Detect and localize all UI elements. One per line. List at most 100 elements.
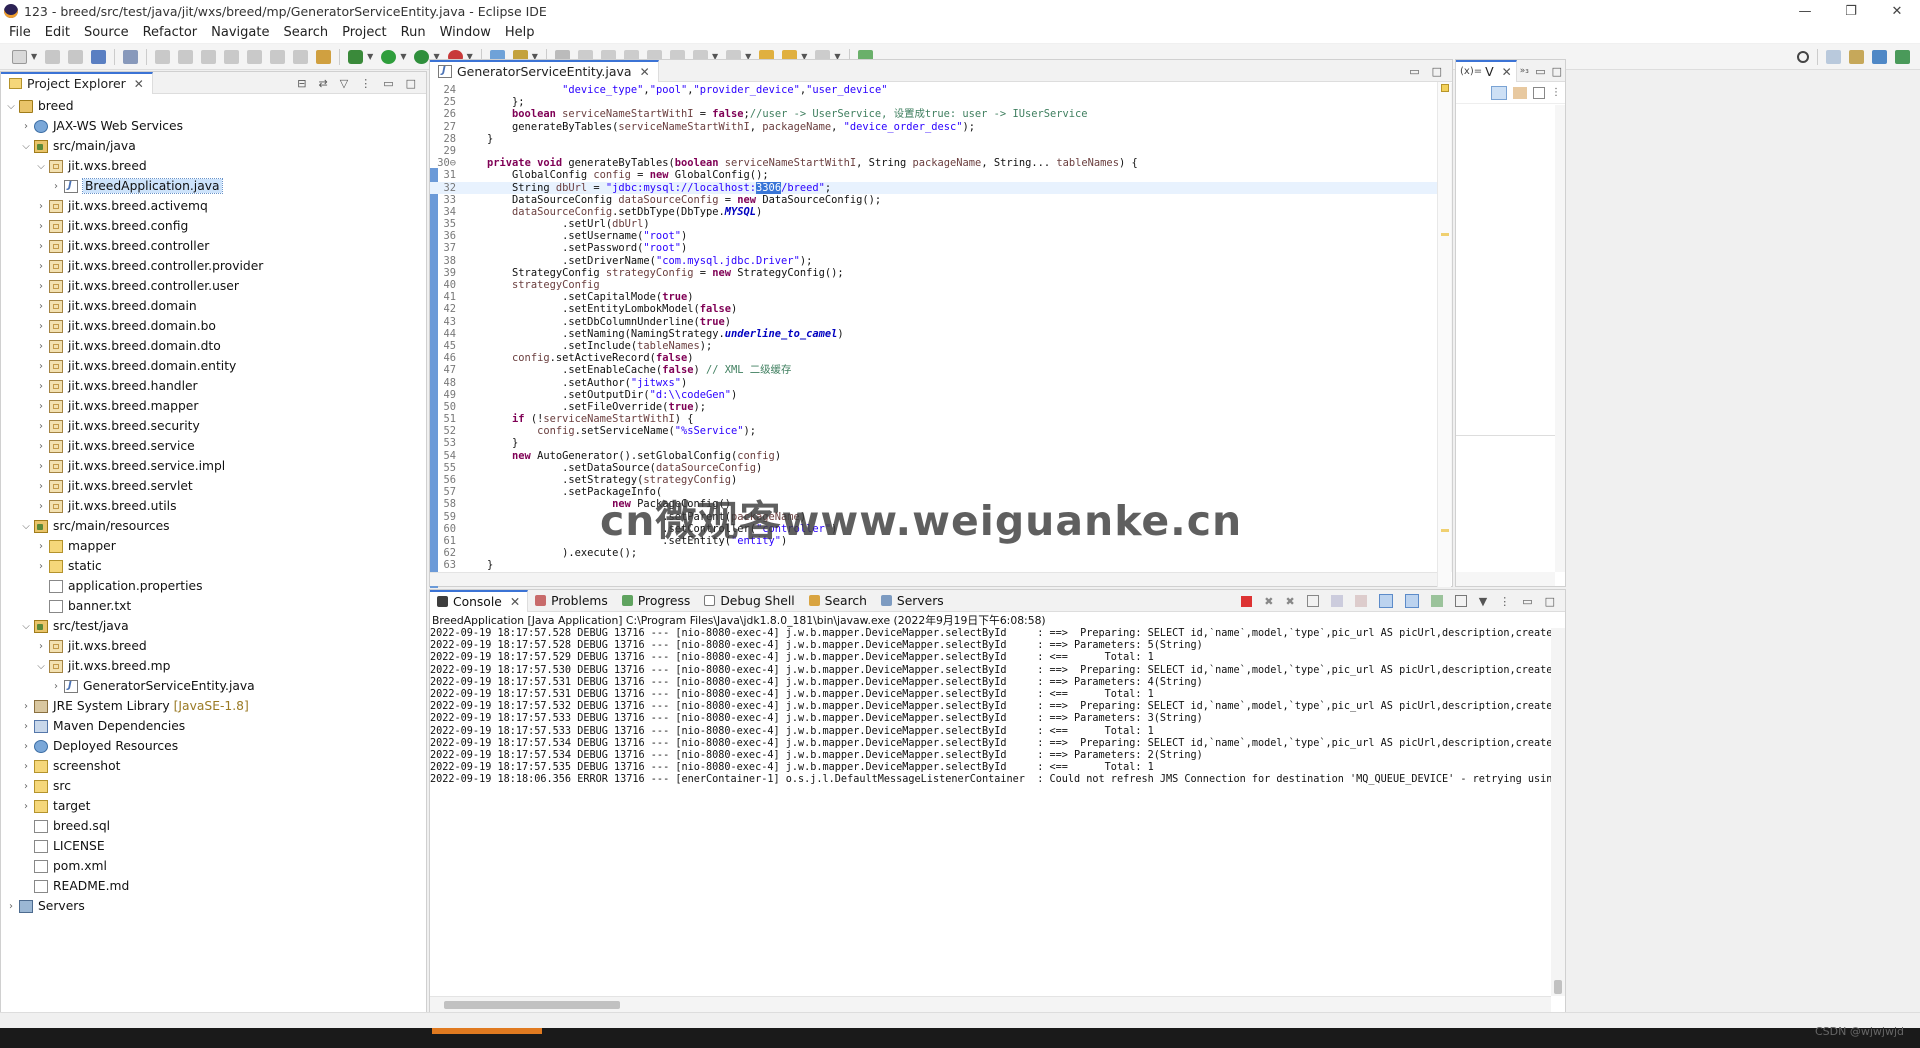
minimize-view-icon[interactable]: ▭ [1409,65,1419,78]
open-console-icon[interactable]: ▼ [1479,595,1487,608]
show-logical-structure-icon[interactable] [1513,86,1527,99]
menu-run[interactable]: Run [394,25,433,40]
step-return-icon[interactable] [293,49,309,64]
code-line[interactable]: 47 .setEnableCache(false) // XML 二级缓存 [430,364,1440,376]
tree-item[interactable]: › screenshot [1,756,426,776]
chevron-right-icon[interactable]: › [35,221,47,232]
minimize-view-icon[interactable]: ▭ [1535,65,1545,78]
tree-item[interactable]: › jit.wxs.breed.controller.provider [1,256,426,276]
tab-servers[interactable]: Servers [874,590,951,612]
tab-console[interactable]: Console ✕ [430,589,529,612]
run-dropdown-icon[interactable]: ▼ [400,52,406,61]
tree-item[interactable]: application.properties [1,576,426,596]
view-menu-icon[interactable]: ⋮ [1551,87,1561,98]
outline-vertical-scrollbar[interactable] [1555,105,1565,572]
remove-all-terminated-icon[interactable]: ✖ [1286,595,1295,608]
tree-item[interactable]: › jit.wxs.breed.mapper [1,396,426,416]
step-over-icon[interactable] [270,49,286,64]
tree-item[interactable]: › jit.wxs.breed.domain.dto [1,336,426,356]
code-line[interactable]: 48 .setAuthor("jitwxs") [430,377,1440,389]
chevron-right-icon[interactable]: › [35,421,47,432]
display-selected-console-icon[interactable] [1454,595,1467,607]
code-line[interactable]: 49 .setOutputDir("d:\\codeGen") [430,389,1440,401]
chevron-right-icon[interactable]: › [50,681,62,692]
chevron-right-icon[interactable]: › [20,721,32,732]
tree-item[interactable]: › JRE System Library [JavaSE-1.8] [1,696,426,716]
chevron-right-icon[interactable]: › [5,901,17,912]
remove-launch-icon[interactable]: ✖ [1264,595,1273,608]
coverage-icon[interactable] [414,49,430,64]
code-line[interactable]: 62 ).execute(); [430,547,1440,559]
code-line[interactable]: 52 config.setServiceName("%sService"); [430,425,1440,437]
tree-item[interactable]: › jit.wxs.breed.service [1,436,426,456]
code-line[interactable]: 43 .setDbColumnUnderline(true) [430,316,1440,328]
tab-debug-shell[interactable]: Debug Shell [697,590,801,612]
tree-item[interactable]: ⌵ src/main/resources [1,516,426,536]
tree-item[interactable]: › jit.wxs.breed.controller.user [1,276,426,296]
editor-horizontal-scrollbar[interactable] [430,572,1440,586]
chevron-right-icon[interactable]: › [35,641,47,652]
tree-item[interactable]: pom.xml [1,856,426,876]
code-line[interactable]: 55 .setDataSource(dataSourceConfig) [430,462,1440,474]
filter-icon[interactable]: ▽ [340,77,348,90]
code-line[interactable]: 45 .setInclude(tableNames); [430,340,1440,352]
tree-item[interactable]: › jit.wxs.breed.handler [1,376,426,396]
pin-console-icon[interactable] [1430,595,1443,607]
chevron-right-icon[interactable]: › [35,461,47,472]
tab-generator-service-entity[interactable]: GeneratorServiceEntity.java ✕ [430,59,659,82]
chevron-right-icon[interactable]: › [35,281,47,292]
tree-item[interactable]: › jit.wxs.breed.servlet [1,476,426,496]
code-line[interactable]: 56 .setStrategy(strategyConfig) [430,474,1440,486]
tree-item[interactable]: › jit.wxs.breed.controller [1,236,426,256]
close-icon[interactable]: ✕ [510,595,520,609]
tree-item[interactable]: › src [1,776,426,796]
menu-refactor[interactable]: Refactor [136,25,205,40]
tree-item[interactable]: ⌵ src/main/java [1,136,426,156]
skip-breakpoints-icon[interactable] [123,49,139,64]
code-line[interactable]: 39 StrategyConfig strategyConfig = new S… [430,267,1440,279]
chevron-down-icon[interactable]: ⌵ [20,141,32,152]
tree-item[interactable]: › jit.wxs.breed.domain.entity [1,356,426,376]
tree-item[interactable]: README.md [1,876,426,896]
tree-item[interactable]: › target [1,796,426,816]
tree-item[interactable]: › static [1,556,426,576]
new-dropdown-icon[interactable]: ▼ [31,52,37,61]
code-line[interactable]: 31 GlobalConfig config = new GlobalConfi… [430,169,1440,181]
code-line[interactable]: 27 generateByTables(serviceNameStartWith… [430,121,1440,133]
tree-item[interactable]: › Deployed Resources [1,736,426,756]
code-line[interactable]: 29 [430,145,1440,157]
console-horizontal-scrollbar[interactable] [430,996,1551,1012]
chevron-right-icon[interactable]: › [50,181,62,192]
view-menu-icon[interactable]: ⋮ [360,77,371,90]
code-line[interactable]: 36 .setUsername("root") [430,230,1440,242]
maximize-view-icon[interactable]: □ [406,77,416,90]
chevron-right-icon[interactable]: › [35,441,47,452]
collapse-all-icon[interactable] [1533,86,1545,99]
tree-item[interactable]: › GeneratorServiceEntity.java [1,676,426,696]
minimize-view-icon[interactable]: ▭ [383,77,393,90]
chevron-right-icon[interactable]: › [35,481,47,492]
code-line[interactable]: 37 .setPassword("root") [430,242,1440,254]
code-line[interactable]: 51 if (!serviceNameStartWithI) { [430,413,1440,425]
show-type-names-icon[interactable] [1491,85,1507,100]
search-icon[interactable] [1797,51,1809,63]
debug-dropdown-icon[interactable]: ▼ [367,52,373,61]
chevron-right-icon[interactable]: › [35,381,47,392]
menu-edit[interactable]: Edit [38,25,77,40]
scroll-lock-icon[interactable] [1330,595,1343,607]
tree-item[interactable]: banner.txt [1,596,426,616]
tree-item[interactable]: ⌵ breed [1,96,426,116]
console-hscroll-thumb[interactable] [444,1001,620,1009]
word-wrap-icon[interactable] [1354,595,1367,607]
chevron-right-icon[interactable]: › [35,541,47,552]
tree-item[interactable]: breed.sql [1,816,426,836]
show-on-stderr-icon[interactable] [1404,594,1419,608]
menu-navigate[interactable]: Navigate [204,25,276,40]
chevron-right-icon[interactable]: › [20,801,32,812]
menu-file[interactable]: File [2,25,38,40]
chevron-right-icon[interactable]: › [20,781,32,792]
chevron-right-icon[interactable]: › [20,761,32,772]
tree-item[interactable]: › jit.wxs.breed [1,636,426,656]
code-line[interactable]: 32 String dbUrl = "jdbc:mysql://localhos… [430,181,1440,194]
show-on-stdout-icon[interactable] [1378,594,1393,608]
